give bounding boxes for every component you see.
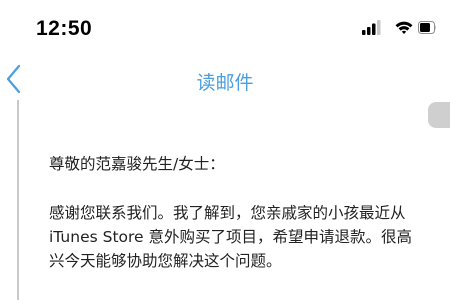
battery-icon: [418, 21, 436, 34]
status-icons: [362, 19, 436, 39]
email-greeting: 尊敬的范嘉骏先生/女士：: [49, 155, 225, 173]
wifi-icon: [395, 21, 413, 34]
email-body-line: 感谢您联系我们。我了解到，您亲戚家的小孩最近从: [49, 204, 406, 222]
email-body-line: iTunes Store 意外购买了项目，希望申请退款。很高: [49, 228, 413, 246]
page-title: 读邮件: [196, 72, 254, 94]
email-body-line: 兴今天能够协助您解决这个问题。: [49, 252, 282, 270]
email-content[interactable]: 尊敬的范嘉骏先生/女士： 感谢您联系我们。我了解到，您亲戚家的小孩最近从 iTu…: [0, 100, 450, 300]
quote-rule: [17, 100, 19, 300]
mail-reader-screen: 12:50 读邮件 尊敬的范嘉骏先生/女士： 感谢您联系我们。我了解到，您亲戚家…: [0, 0, 450, 300]
status-bar: 12:50: [0, 0, 450, 58]
cellular-signal-icon: [362, 20, 381, 35]
sender-avatar: [428, 102, 450, 128]
navigation-bar: 读邮件: [0, 58, 450, 100]
status-time: 12:50: [36, 17, 93, 40]
email-body: 尊敬的范嘉骏先生/女士： 感谢您联系我们。我了解到，您亲戚家的小孩最近从 iTu…: [49, 152, 449, 273]
